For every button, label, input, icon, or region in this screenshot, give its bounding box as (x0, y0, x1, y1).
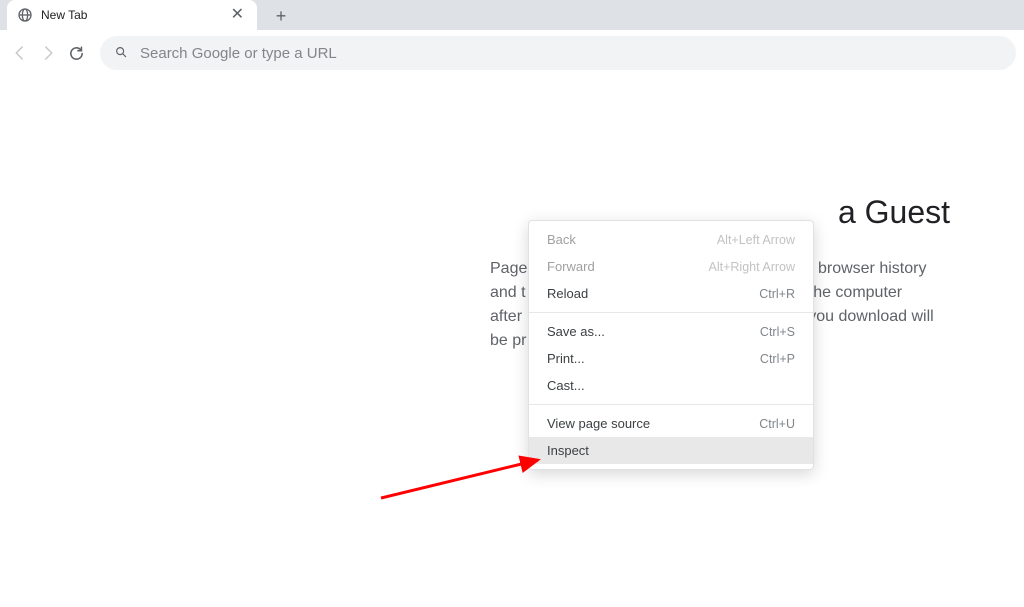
tab-title: New Tab (41, 8, 228, 22)
menu-inspect[interactable]: Inspect (529, 437, 813, 464)
tab-strip: New Tab ✕ + (0, 0, 1024, 30)
menu-forward: Forward Alt+Right Arrow (529, 253, 813, 280)
search-icon (114, 45, 128, 62)
back-button (6, 39, 34, 67)
menu-reload[interactable]: Reload Ctrl+R (529, 280, 813, 307)
menu-back: Back Alt+Left Arrow (529, 226, 813, 253)
close-tab-icon[interactable]: ✕ (228, 4, 247, 26)
menu-cast[interactable]: Cast... (529, 372, 813, 399)
menu-separator (529, 312, 813, 313)
omnibox-placeholder: Search Google or type a URL (140, 45, 337, 62)
menu-save-as[interactable]: Save as... Ctrl+S (529, 318, 813, 345)
menu-print[interactable]: Print... Ctrl+P (529, 345, 813, 372)
omnibox[interactable]: Search Google or type a URL (100, 36, 1016, 70)
globe-icon (17, 7, 33, 23)
menu-view-source[interactable]: View page source Ctrl+U (529, 410, 813, 437)
menu-separator (529, 404, 813, 405)
new-tab-button[interactable]: + (267, 2, 295, 30)
browser-tab[interactable]: New Tab ✕ (7, 0, 257, 30)
forward-button (34, 39, 62, 67)
context-menu: Back Alt+Left Arrow Forward Alt+Right Ar… (528, 220, 814, 470)
reload-button[interactable] (62, 39, 90, 67)
annotation-arrow-icon (378, 448, 553, 503)
toolbar: Search Google or type a URL (0, 30, 1024, 80)
page-content: a Guest Page the browser history and t o… (0, 76, 1024, 607)
